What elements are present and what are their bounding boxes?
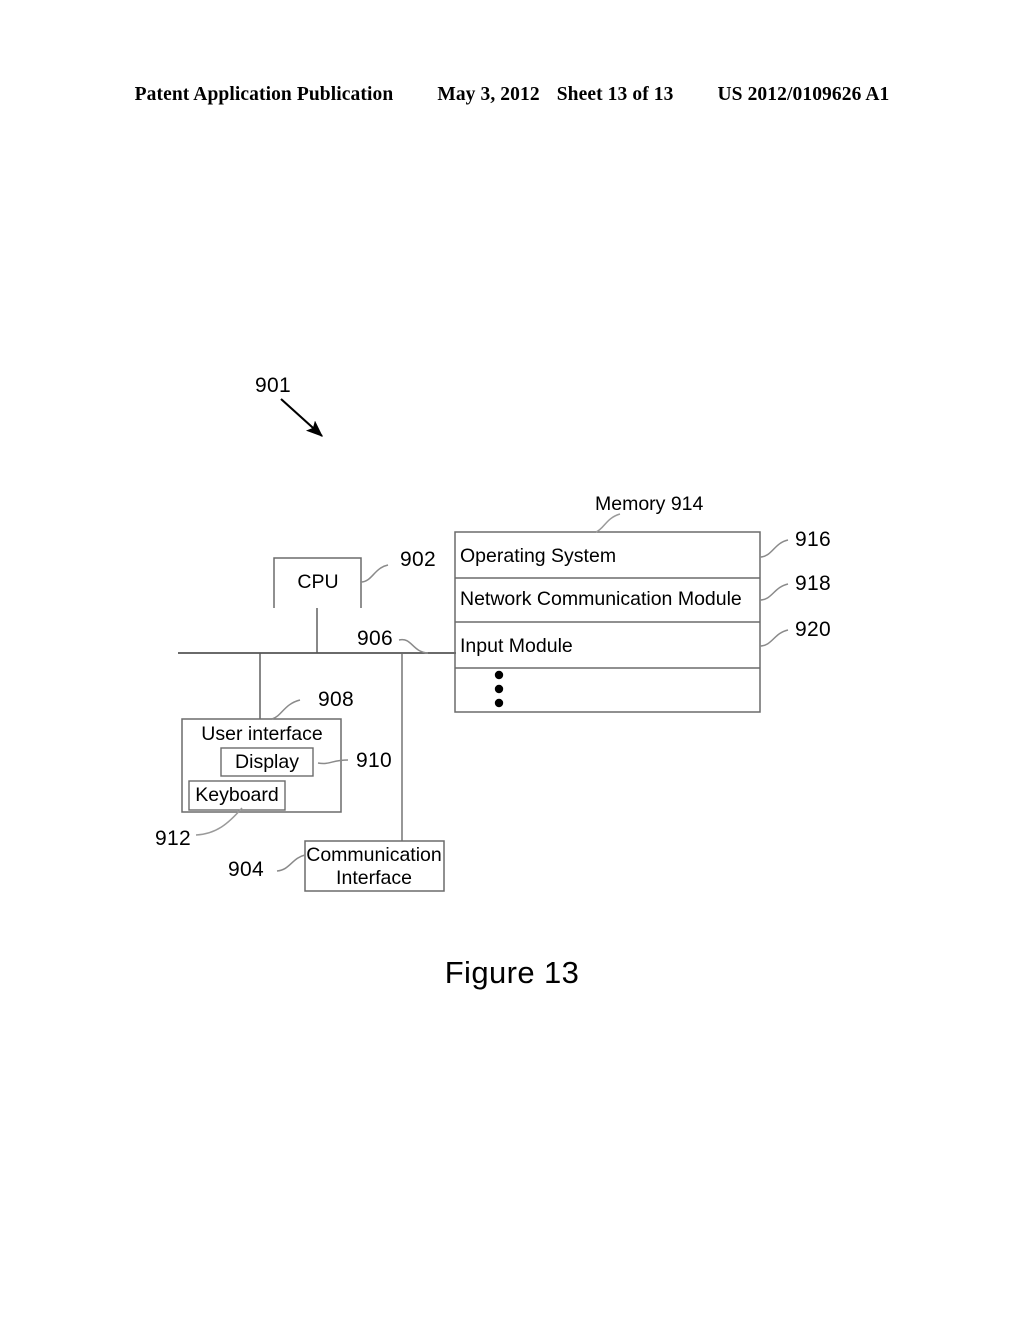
- user-interface-label: User interface: [201, 723, 323, 745]
- leader-902: [360, 564, 389, 583]
- leader-920: [759, 629, 789, 647]
- cpu-label: CPU: [297, 571, 339, 593]
- ref-912: 912: [155, 827, 191, 850]
- display-label: Display: [235, 751, 299, 773]
- ref-902: 902: [400, 548, 436, 571]
- communication-interface-label-line1: Communication: [306, 844, 442, 866]
- leader-910: [317, 759, 349, 765]
- ref-906: 906: [357, 627, 393, 650]
- memory-row-input-module: Input Module: [460, 635, 573, 657]
- memory-row-network-communication-module: Network Communication Module: [460, 588, 742, 610]
- memory-title: Memory 914: [595, 493, 704, 515]
- leader-914: [595, 513, 621, 533]
- keyboard-label: Keyboard: [195, 784, 279, 806]
- ref-910: 910: [356, 749, 392, 772]
- leader-916: [759, 539, 789, 558]
- figure-drawing: [178, 398, 789, 892]
- patent-figure-page: Patent Application Publication May 3, 20…: [0, 0, 1024, 1320]
- ref-908: 908: [318, 688, 354, 711]
- figure-caption: Figure 13: [444, 955, 580, 990]
- leader-908: [271, 699, 301, 720]
- ref-918: 918: [795, 572, 831, 595]
- ref-904: 904: [228, 858, 264, 881]
- ref-901: 901: [255, 374, 291, 397]
- ref-920: 920: [795, 618, 831, 641]
- system-arrow: [280, 398, 323, 437]
- leader-904: [276, 854, 306, 872]
- communication-interface-label-line2: Interface: [336, 867, 412, 889]
- leader-918: [759, 583, 789, 601]
- memory-ellipsis-dots: [494, 670, 504, 708]
- leader-906: [398, 638, 429, 654]
- ref-916: 916: [795, 528, 831, 551]
- memory-row-operating-system: Operating System: [460, 545, 617, 567]
